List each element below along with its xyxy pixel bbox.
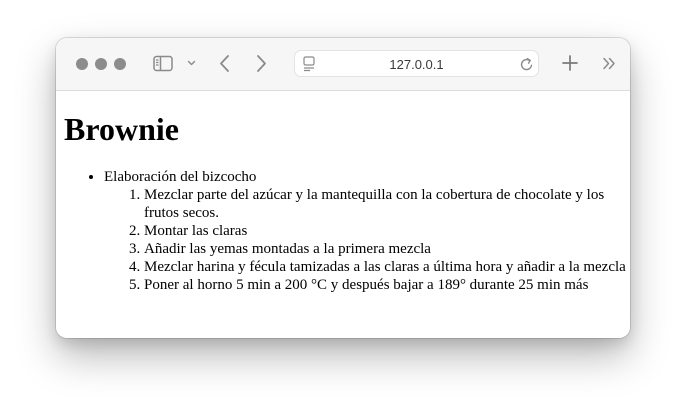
- browser-window: 127.0.0.1 Brownie Elaboración del bizcoc…: [56, 38, 630, 338]
- list-item: Mezclar harina y fécula tamizadas a las …: [144, 258, 630, 276]
- more-icon[interactable]: [602, 57, 616, 70]
- minimize-button[interactable]: [95, 58, 107, 70]
- url-text[interactable]: 127.0.0.1: [295, 57, 538, 72]
- address-bar[interactable]: 127.0.0.1: [294, 50, 539, 77]
- list-item: Mezclar parte del azúcar y la mantequill…: [144, 186, 630, 222]
- forward-icon[interactable]: [255, 54, 267, 73]
- list-item: Poner al horno 5 min a 200 °C y después …: [144, 276, 630, 294]
- browser-toolbar: 127.0.0.1: [56, 38, 630, 91]
- list-item: Añadir las yemas montadas a la primera m…: [144, 240, 630, 258]
- page-title: Brownie: [64, 111, 179, 147]
- list-item: Elaboración del bizcocho Mezclar parte d…: [104, 168, 630, 294]
- new-tab-icon[interactable]: [562, 55, 578, 71]
- chevron-down-icon[interactable]: [187, 60, 196, 67]
- close-button[interactable]: [76, 58, 88, 70]
- back-icon[interactable]: [219, 54, 231, 73]
- list-item: Montar las claras: [144, 222, 630, 240]
- sections-list: Elaboración del bizcocho Mezclar parte d…: [56, 168, 630, 294]
- zoom-button[interactable]: [114, 58, 126, 70]
- page-content: Brownie Elaboración del bizcocho Mezclar…: [56, 91, 630, 338]
- reload-icon[interactable]: [520, 57, 534, 72]
- steps-list: Mezclar parte del azúcar y la mantequill…: [104, 186, 630, 294]
- section-label: Elaboración del bizcocho: [104, 169, 257, 185]
- sidebar-icon[interactable]: [153, 55, 173, 72]
